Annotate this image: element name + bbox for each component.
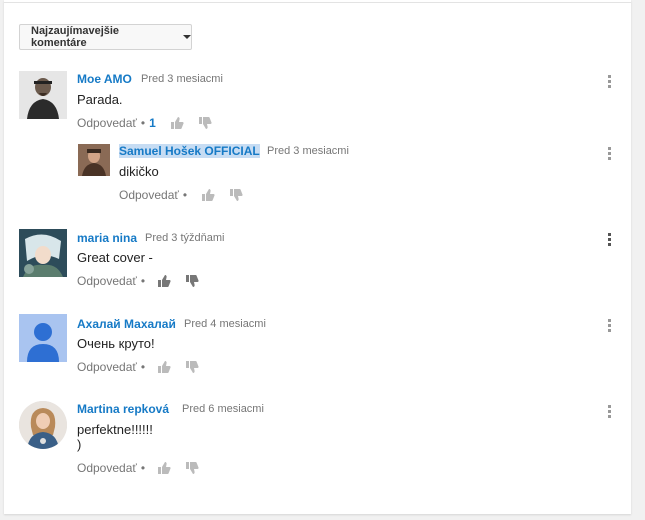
comment-actions: Odpovedať • <box>77 360 213 374</box>
comment-time[interactable]: Pred 3 týždňami <box>145 232 224 244</box>
sort-label: Najzaujímavejšie komentáre <box>31 25 120 49</box>
thumbs-down-icon[interactable] <box>198 116 212 130</box>
avatar[interactable] <box>19 229 67 277</box>
comment-menu-icon[interactable] <box>608 147 612 163</box>
avatar[interactable] <box>19 71 67 119</box>
reply-button[interactable]: Odpovedať <box>77 274 137 288</box>
comment-time[interactable]: Pred 4 mesiacmi <box>184 318 266 330</box>
comment-author[interactable]: maria nina <box>77 231 137 245</box>
reply-button[interactable]: Odpovedať <box>77 116 137 130</box>
thumbs-up-icon[interactable] <box>201 188 215 202</box>
sort-comments-button[interactable]: Najzaujímavejšie komentáre <box>19 24 192 50</box>
comment-text: Great cover - <box>77 250 153 265</box>
comment-actions: Odpovedať • 1 <box>77 116 226 130</box>
comment-text: Очень круто! <box>77 336 155 351</box>
avatar[interactable] <box>19 314 67 362</box>
woman-photo-icon <box>19 401 67 449</box>
man-with-beard-photo-icon <box>19 71 67 119</box>
avatar[interactable] <box>78 144 110 176</box>
comment-author[interactable]: Samuel Hošek OFFICIAL <box>119 144 260 158</box>
comment-author[interactable]: Ахалай Махалай <box>77 317 176 331</box>
comment-text: dikičko <box>119 164 159 179</box>
separator-dot: • <box>182 188 188 202</box>
comment-menu-icon[interactable] <box>608 405 612 421</box>
comment-time[interactable]: Pred 3 mesiacmi <box>141 73 223 85</box>
comment-menu-icon[interactable] <box>608 233 612 249</box>
comment-menu-icon[interactable] <box>608 75 612 91</box>
comment-author[interactable]: Moe AMO <box>77 72 132 86</box>
thumbs-down-icon[interactable] <box>229 188 243 202</box>
separator-dot: • <box>140 360 146 374</box>
thumbs-up-icon[interactable] <box>170 116 184 130</box>
thumbs-up-icon[interactable] <box>157 360 171 374</box>
thumbs-down-icon[interactable] <box>185 461 199 475</box>
thumbs-down-icon[interactable] <box>185 360 199 374</box>
default-user-avatar-icon <box>19 314 67 362</box>
reply-button[interactable]: Odpovedať <box>77 461 137 475</box>
thumbs-down-icon[interactable] <box>185 274 199 288</box>
reply-count-link[interactable]: 1 <box>149 116 156 130</box>
caret-down-icon <box>183 35 191 39</box>
comment-text: Parada. <box>77 92 123 107</box>
comments-panel: Najzaujímavejšie komentáre Moe AMO Pred … <box>4 0 631 514</box>
comment-time[interactable]: Pred 3 mesiacmi <box>267 145 349 157</box>
thumbs-up-icon[interactable] <box>157 461 171 475</box>
anime-character-photo-icon <box>19 229 67 277</box>
musician-photo-icon <box>78 144 110 176</box>
reply-button[interactable]: Odpovedať <box>119 188 179 202</box>
separator-dot: • <box>140 461 146 475</box>
scrollbar[interactable] <box>635 0 645 520</box>
comment-text: perfektne!!!!!! ) <box>77 422 153 452</box>
comment-menu-icon[interactable] <box>608 319 612 335</box>
comment-author[interactable]: Martina repková <box>77 402 169 416</box>
divider <box>4 2 631 3</box>
reply-button[interactable]: Odpovedať <box>77 360 137 374</box>
comment-actions: Odpovedať • <box>77 461 213 475</box>
comment-time[interactable]: Pred 6 mesiacmi <box>182 403 264 415</box>
separator-dot: • <box>140 116 146 130</box>
thumbs-up-icon[interactable] <box>157 274 171 288</box>
comment-actions: Odpovedať • <box>119 188 257 202</box>
comment-actions: Odpovedať • <box>77 274 213 288</box>
separator-dot: • <box>140 274 146 288</box>
avatar[interactable] <box>19 401 67 449</box>
